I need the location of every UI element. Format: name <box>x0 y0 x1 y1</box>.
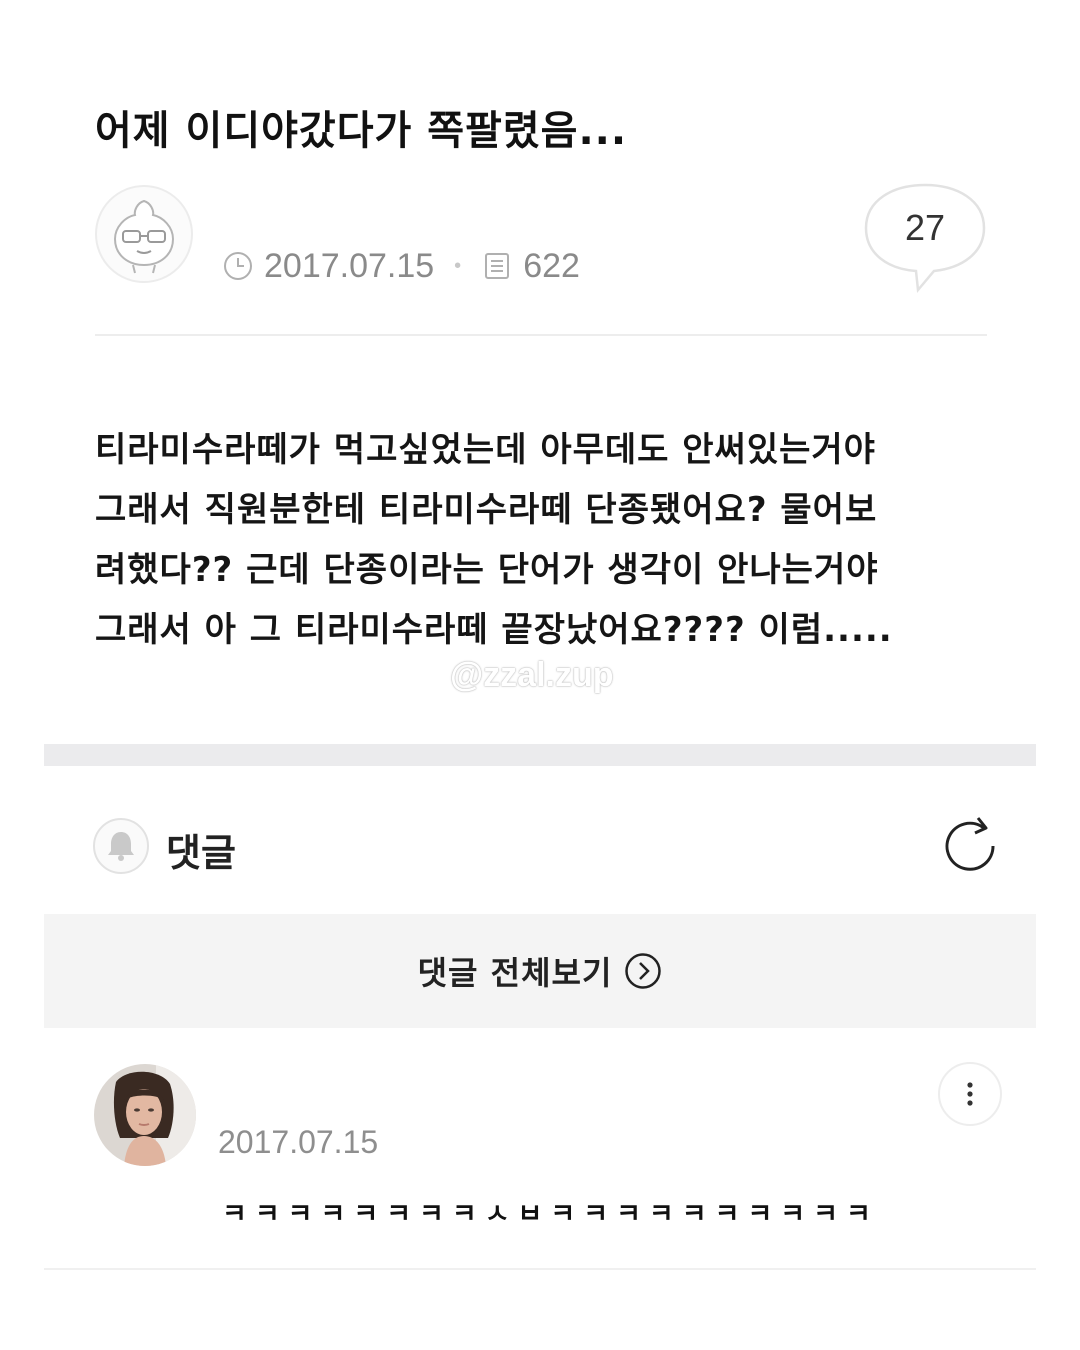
more-vertical-icon <box>967 1082 973 1106</box>
peach-character-icon <box>113 199 175 274</box>
profile-photo <box>94 1064 196 1166</box>
post-body: 티라미수라떼가 먹고싶었는데 아무데도 안써있는거야 그래서 직원분한테 티라미… <box>95 420 1045 660</box>
watermark: @zzal.zup <box>450 656 614 694</box>
comment-count-button[interactable]: 27 <box>862 182 988 294</box>
comment-text: ㅋㅋㅋㅋㅋㅋㅋㅋㅅㅂㅋㅋㅋㅋㅋㅋㅋㅋㅋㅋ <box>222 1199 879 1230</box>
comments-header: 댓글 <box>44 788 1036 910</box>
post-date: 2017.07.15 <box>264 246 435 285</box>
comments-title: 댓글 <box>166 831 236 875</box>
chevron-right-circle-icon <box>625 953 662 989</box>
notification-toggle[interactable] <box>93 818 149 874</box>
view-all-comments-label: 댓글 전체보기 <box>417 954 613 992</box>
comment-more-button[interactable] <box>938 1062 1002 1126</box>
post-body-line: 그래서 아 그 티라미수라떼 끝장났어요???? 이럼..... <box>95 610 893 650</box>
post-body-line: 티라미수라떼가 먹고싶었는데 아무데도 안써있는거야 <box>95 430 876 470</box>
section-separator <box>44 744 1036 766</box>
view-count: 622 <box>523 246 580 285</box>
comment-count: 27 <box>904 207 946 248</box>
document-icon <box>485 253 510 279</box>
divider <box>44 1268 1036 1270</box>
post-body-line: 려했다?? 근데 단종이라는 단어가 생각이 안나는거야 <box>95 550 879 590</box>
author-avatar[interactable] <box>95 185 193 283</box>
view-all-comments-button[interactable]: 댓글 전체보기 <box>44 914 1036 1028</box>
commenter-avatar[interactable] <box>94 1064 196 1166</box>
meta-separator: • <box>454 254 462 277</box>
bell-icon <box>108 832 134 861</box>
clock-icon <box>224 252 252 280</box>
post-title: 어제 이디야갔다가 쪽팔렸음... <box>95 108 628 154</box>
divider <box>95 334 987 336</box>
post-meta: 2017.07.15 • 622 <box>222 244 580 288</box>
comment-date: 2017.07.15 <box>218 1124 379 1160</box>
refresh-icon[interactable] <box>940 814 1000 874</box>
post-body-line: 그래서 직원분한테 티라미수라떼 단종됐어요? 물어보 <box>95 490 878 530</box>
